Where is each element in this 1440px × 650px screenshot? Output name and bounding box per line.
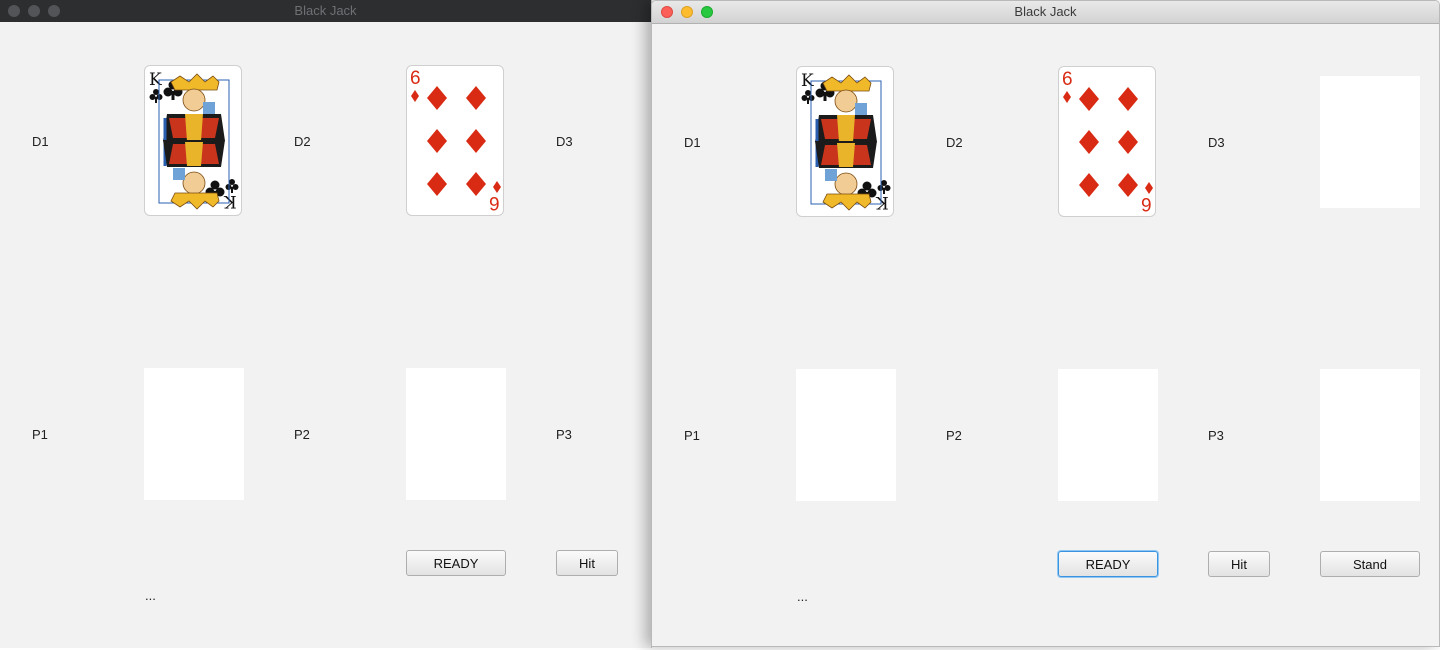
dealer-label-2: D2 (294, 134, 311, 149)
close-window-icon[interactable] (661, 6, 673, 18)
dealer-label-3: D3 (1208, 135, 1225, 150)
window-titlebar[interactable]: Black Jack (0, 0, 651, 22)
king-of-clubs-icon (149, 73, 239, 210)
stand-button[interactable]: Stand (1320, 551, 1420, 577)
dealer-label-2: D2 (946, 135, 963, 150)
dealer-card-king-of-clubs: K K (144, 65, 242, 216)
minimize-window-icon[interactable] (681, 6, 693, 18)
minimize-window-icon[interactable] (28, 5, 40, 17)
player-card-slot-1 (144, 368, 244, 500)
zoom-window-icon[interactable] (48, 5, 60, 17)
hit-button[interactable]: Hit (556, 550, 618, 576)
player-label-2: P2 (294, 427, 310, 442)
ready-button[interactable]: READY (406, 550, 506, 576)
player-card-slot-3 (1320, 369, 1420, 501)
king-of-clubs-icon (801, 74, 891, 211)
dealer-card-six-of-diamonds: 6 6 (1058, 66, 1156, 217)
status-text: ... (145, 588, 156, 603)
player-label-1: P1 (32, 427, 48, 442)
blackjack-window-active: Black Jack D1 D2 D3 K K 6 6 P1 P2 P3 REA… (651, 0, 1440, 647)
dealer-label-1: D1 (684, 135, 701, 150)
dealer-label-1: D1 (32, 134, 49, 149)
player-card-slot-2 (1058, 369, 1158, 501)
window-titlebar[interactable]: Black Jack (652, 1, 1439, 24)
window-title: Black Jack (1014, 4, 1077, 19)
ready-button[interactable]: READY (1058, 551, 1158, 577)
blackjack-window-inactive: Black Jack D1 D2 D3 K K 6 6 P1 P2 P3 REA… (0, 0, 652, 648)
dealer-card-king-of-clubs: K K (796, 66, 894, 217)
dealer-card-slot-3 (1320, 76, 1420, 208)
six-of-diamonds-icon (411, 86, 501, 196)
window-title: Black Jack (294, 3, 357, 18)
player-label-3: P3 (556, 427, 572, 442)
six-of-diamonds-icon (1063, 87, 1153, 197)
hit-button[interactable]: Hit (1208, 551, 1270, 577)
player-label-1: P1 (684, 428, 700, 443)
player-card-slot-1 (796, 369, 896, 501)
zoom-window-icon[interactable] (701, 6, 713, 18)
status-text: ... (797, 589, 808, 604)
dealer-card-six-of-diamonds: 6 6 (406, 65, 504, 216)
player-card-slot-2 (406, 368, 506, 500)
dealer-label-3: D3 (556, 134, 573, 149)
player-label-2: P2 (946, 428, 962, 443)
player-label-3: P3 (1208, 428, 1224, 443)
close-window-icon[interactable] (8, 5, 20, 17)
